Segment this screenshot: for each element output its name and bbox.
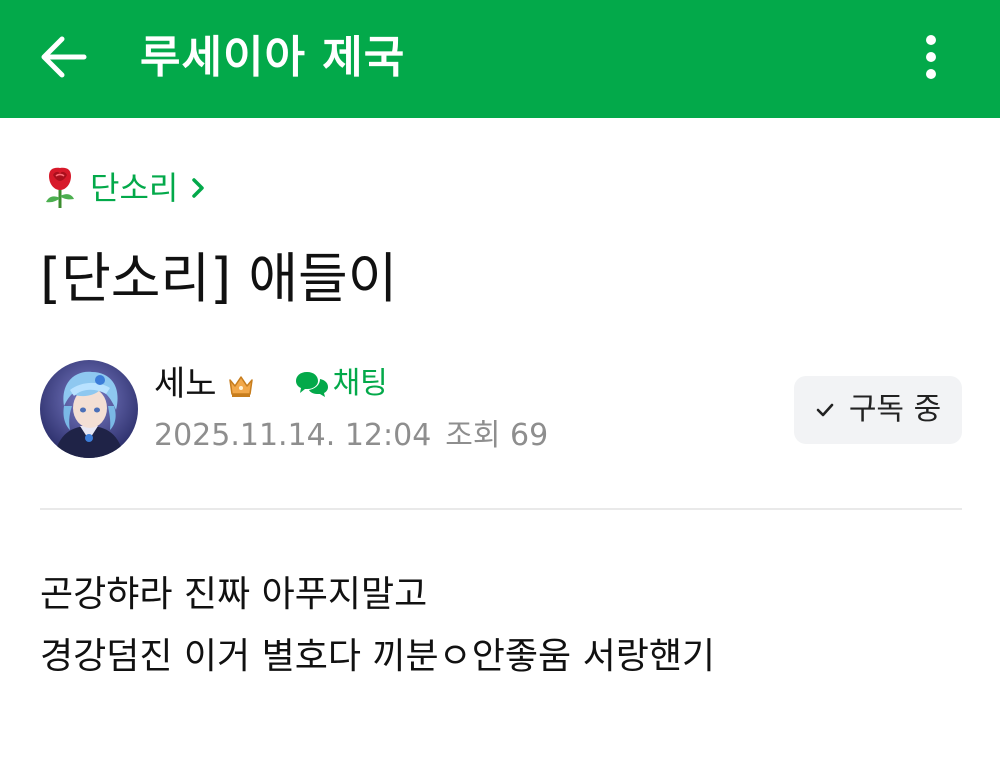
more-options-button[interactable]: [906, 26, 956, 88]
post-meta: 2025.11.14. 12:04 조회 69: [154, 414, 548, 458]
post-body-line: 곤강햐라 진짜 아푸지말고: [40, 574, 428, 615]
crown-icon: [228, 376, 253, 397]
board-link[interactable]: 단소리: [42, 166, 206, 210]
arrow-left-icon: [41, 36, 87, 78]
check-icon: [816, 403, 834, 417]
divider: [40, 508, 962, 510]
app-title: 루세이아 제국: [140, 32, 406, 83]
top-app-bar: 루세이아 제국: [0, 0, 1000, 118]
avatar[interactable]: [40, 360, 138, 458]
chevron-right-icon: [192, 178, 205, 198]
author-row: 세노 채팅: [154, 362, 388, 406]
rose-icon: [46, 167, 74, 208]
post-title: [단소리] 애들이: [40, 247, 398, 310]
post-body-line: 경강덤진 이거 별호다 끼분ㅇ안좋움 서랑햰기: [40, 636, 716, 677]
view-count: 조회 69: [445, 418, 549, 453]
avatar-image: [40, 360, 138, 458]
chat-link[interactable]: 채팅: [295, 362, 388, 406]
author-name[interactable]: 세노: [154, 362, 217, 406]
post-date: 2025.11.14. 12:04: [154, 418, 432, 453]
post-body: 곤강햐라 진짜 아푸지말고 경강덤진 이거 별호다 끼분ㅇ안좋움 서랑햰기: [40, 564, 962, 688]
chat-bubble-icon: [295, 372, 328, 397]
back-button[interactable]: [28, 26, 98, 88]
chat-label: 채팅: [332, 366, 388, 401]
board-name: 단소리: [90, 169, 179, 207]
subscribe-button[interactable]: 구독 중: [794, 376, 962, 444]
subscribe-label: 구독 중: [848, 392, 942, 427]
more-vertical-icon: [926, 35, 936, 79]
